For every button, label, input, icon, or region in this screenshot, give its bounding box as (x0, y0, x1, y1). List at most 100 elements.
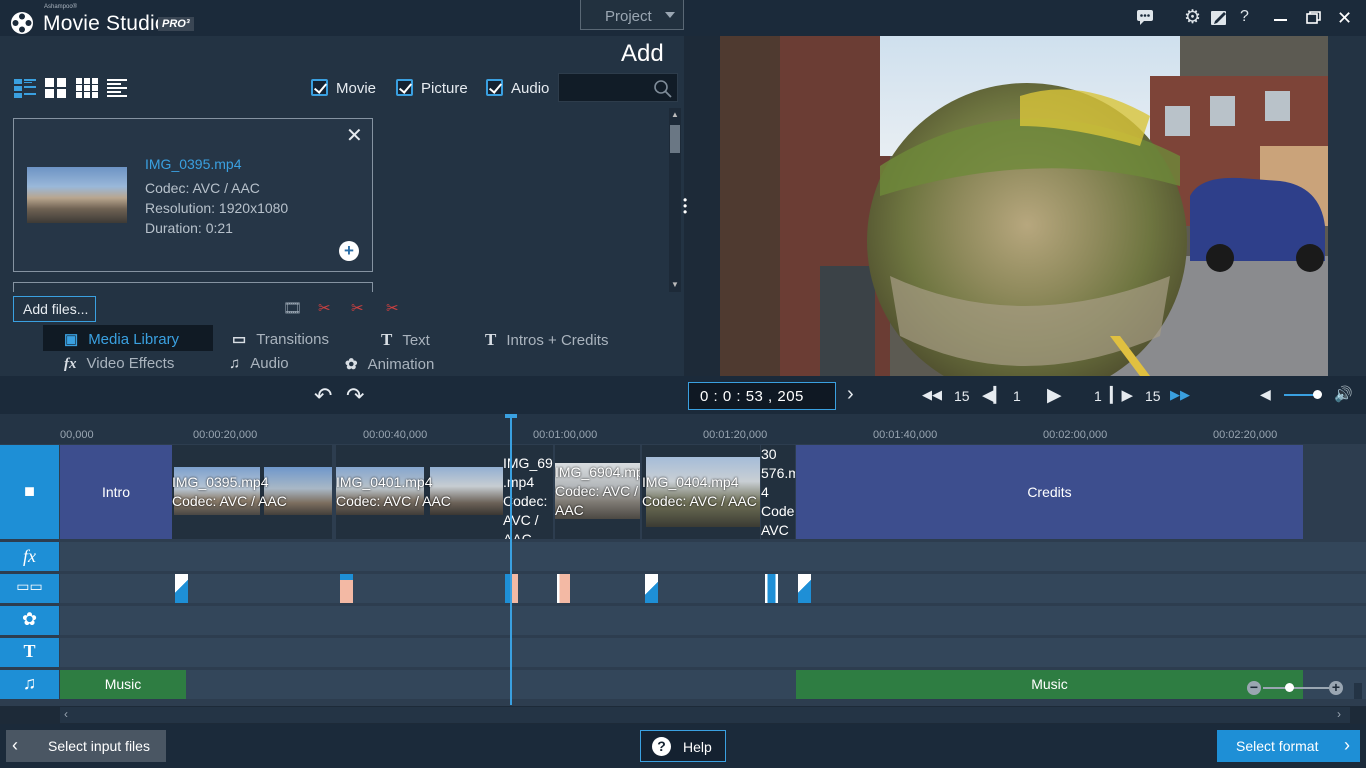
small-grid-view-icon[interactable] (76, 78, 98, 98)
close-icon[interactable]: ✕ (1337, 8, 1352, 29)
search-input[interactable] (558, 73, 678, 102)
effects-track-header[interactable]: fx (0, 542, 59, 571)
clip-codec: Codec: AVC / AAC (642, 493, 757, 509)
transition-marker[interactable] (557, 574, 570, 603)
tab-audio[interactable]: ♫ Audio (229, 355, 289, 372)
text-icon: T (381, 330, 393, 349)
undo-icon[interactable]: ↶ (314, 383, 332, 409)
playhead[interactable] (510, 417, 512, 705)
music-clip[interactable]: Music (60, 670, 186, 699)
volume-slider-handle[interactable] (1313, 390, 1322, 399)
scroll-down-icon[interactable]: ▼ (671, 280, 679, 289)
video-clip[interactable]: 30 576.m 4 Codec AVC / (761, 445, 795, 539)
animation-lane[interactable] (60, 606, 1366, 635)
add-files-button[interactable]: Add files... (13, 296, 96, 322)
goto-time-icon[interactable]: › (847, 383, 854, 406)
redo-icon[interactable]: ↷ (346, 383, 364, 409)
film-split-icon[interactable]: 🎞 (283, 299, 302, 317)
video-clip[interactable]: IMG_6904.mp4 Codec: AVC / AAC (555, 445, 640, 539)
skip-forward-icon[interactable]: ▶▶ (1170, 387, 1190, 403)
transition-marker[interactable] (765, 574, 778, 603)
scroll-up-icon[interactable]: ▲ (671, 110, 679, 119)
transition-marker[interactable] (645, 574, 658, 603)
media-codec: Codec: AVC / AAC (145, 180, 260, 196)
skip-back-icon[interactable]: ◀◀ (922, 387, 942, 403)
video-clip[interactable]: IMG_0401.mp4 Codec: AVC / AAC (336, 445, 503, 539)
select-input-files-button[interactable]: ‹ Select input files (6, 730, 166, 762)
movie-filter-checkbox[interactable] (311, 79, 328, 96)
list-detail-view-icon[interactable] (14, 78, 36, 98)
ruler-tick: 00:02:20,000 (1213, 429, 1278, 441)
music-clip[interactable]: Music (796, 670, 1303, 699)
audio-filter-checkbox[interactable] (486, 79, 503, 96)
large-grid-view-icon[interactable] (45, 78, 67, 98)
panel-resize-handle[interactable]: • • • (683, 194, 687, 218)
timeline-scrollbar[interactable] (60, 707, 1350, 723)
video-clip[interactable]: IMG_0395.mp4 Codec: AVC / AAC (172, 445, 332, 539)
select-format-button[interactable]: Select format › (1217, 730, 1360, 762)
zoom-slider-handle[interactable] (1285, 683, 1294, 692)
frame-back-icon[interactable]: ◀▎ (982, 386, 1005, 404)
tab-transitions[interactable]: ▭ Transitions (232, 330, 329, 348)
help-button[interactable]: ? Help (640, 730, 726, 762)
scrollbar-thumb[interactable] (670, 125, 680, 153)
film-reel-logo-icon (10, 11, 34, 38)
edit-icon[interactable] (1210, 9, 1228, 31)
animation-track-header[interactable]: ✿ (0, 606, 59, 635)
vertical-scrollbar[interactable] (1354, 683, 1362, 699)
video-clip[interactable]: IMG_0404.mp4 Codec: AVC / AAC (642, 445, 760, 539)
camera-icon: ▣ (64, 331, 79, 348)
cut-start-icon[interactable]: ✂ (318, 299, 331, 317)
chat-icon[interactable] (1136, 9, 1154, 31)
tab-video-effects[interactable]: fx Video Effects (64, 355, 174, 373)
transition-marker[interactable] (175, 574, 188, 603)
volume-mute-icon[interactable]: ◀ (1260, 386, 1271, 403)
effects-lane[interactable] (60, 542, 1366, 571)
cut-end-icon[interactable]: ✂ (386, 299, 399, 317)
minimize-icon[interactable] (1274, 19, 1287, 21)
movie-filter-label: Movie (336, 80, 377, 97)
text-lane[interactable] (60, 638, 1366, 667)
scroll-left-icon[interactable]: ‹ (64, 707, 68, 721)
media-item-card[interactable] (13, 282, 373, 292)
skip-back-count: 15 (954, 388, 970, 404)
timecode-input[interactable]: 0 : 0 : 53 , 205 (688, 382, 836, 410)
zoom-slider-track[interactable] (1263, 687, 1329, 689)
transitions-track-header[interactable]: ▭▭ (0, 574, 59, 603)
text-track-header[interactable]: T (0, 638, 59, 667)
audio-track-header[interactable]: ♫ (0, 670, 59, 699)
app-title: Movie Studio (43, 12, 167, 35)
project-dropdown[interactable]: Project (580, 0, 684, 30)
clip-name: .mp4 (503, 474, 535, 490)
restore-icon[interactable] (1306, 11, 1321, 24)
tab-text[interactable]: T Text (381, 330, 430, 350)
frame-forward-icon[interactable]: ▎▶ (1110, 386, 1133, 404)
gear-icon[interactable]: ⚙ (1184, 6, 1201, 29)
close-icon[interactable]: ✕ (346, 123, 363, 148)
zoom-in-icon[interactable]: + (1329, 680, 1343, 695)
transitions-lane[interactable] (60, 574, 1366, 603)
transition-marker[interactable] (340, 574, 353, 603)
volume-icon[interactable]: 🔊 (1334, 385, 1353, 403)
play-icon[interactable]: ▶ (1047, 384, 1062, 407)
credits-clip[interactable]: Credits (796, 445, 1303, 539)
cut-both-icon[interactable]: ✂ (351, 299, 364, 317)
help-icon[interactable]: ? (1240, 8, 1249, 26)
media-file-name[interactable]: IMG_0395.mp4 (145, 156, 242, 172)
tab-media-library[interactable]: ▣ Media Library (64, 330, 179, 348)
tab-animation[interactable]: ✿ Animation (345, 355, 434, 373)
video-track-header[interactable]: ■ (0, 445, 59, 539)
zoom-out-icon[interactable]: − (1247, 680, 1261, 695)
list-view-icon[interactable] (107, 78, 129, 98)
clip-name: 576.m (761, 465, 795, 481)
music-icon: ♫ (229, 355, 241, 372)
scroll-right-icon[interactable]: › (1337, 707, 1341, 721)
picture-filter-checkbox[interactable] (396, 79, 413, 96)
clip-codec: AAC (555, 502, 584, 518)
intro-clip[interactable]: Intro (60, 445, 172, 539)
flower-icon: ✿ (21, 609, 38, 629)
add-to-timeline-icon[interactable]: + (339, 241, 359, 261)
transition-marker[interactable] (798, 574, 811, 603)
tab-intros-credits[interactable]: T Intros + Credits (485, 330, 608, 350)
clip-codec: Codec: AVC / (555, 483, 639, 499)
